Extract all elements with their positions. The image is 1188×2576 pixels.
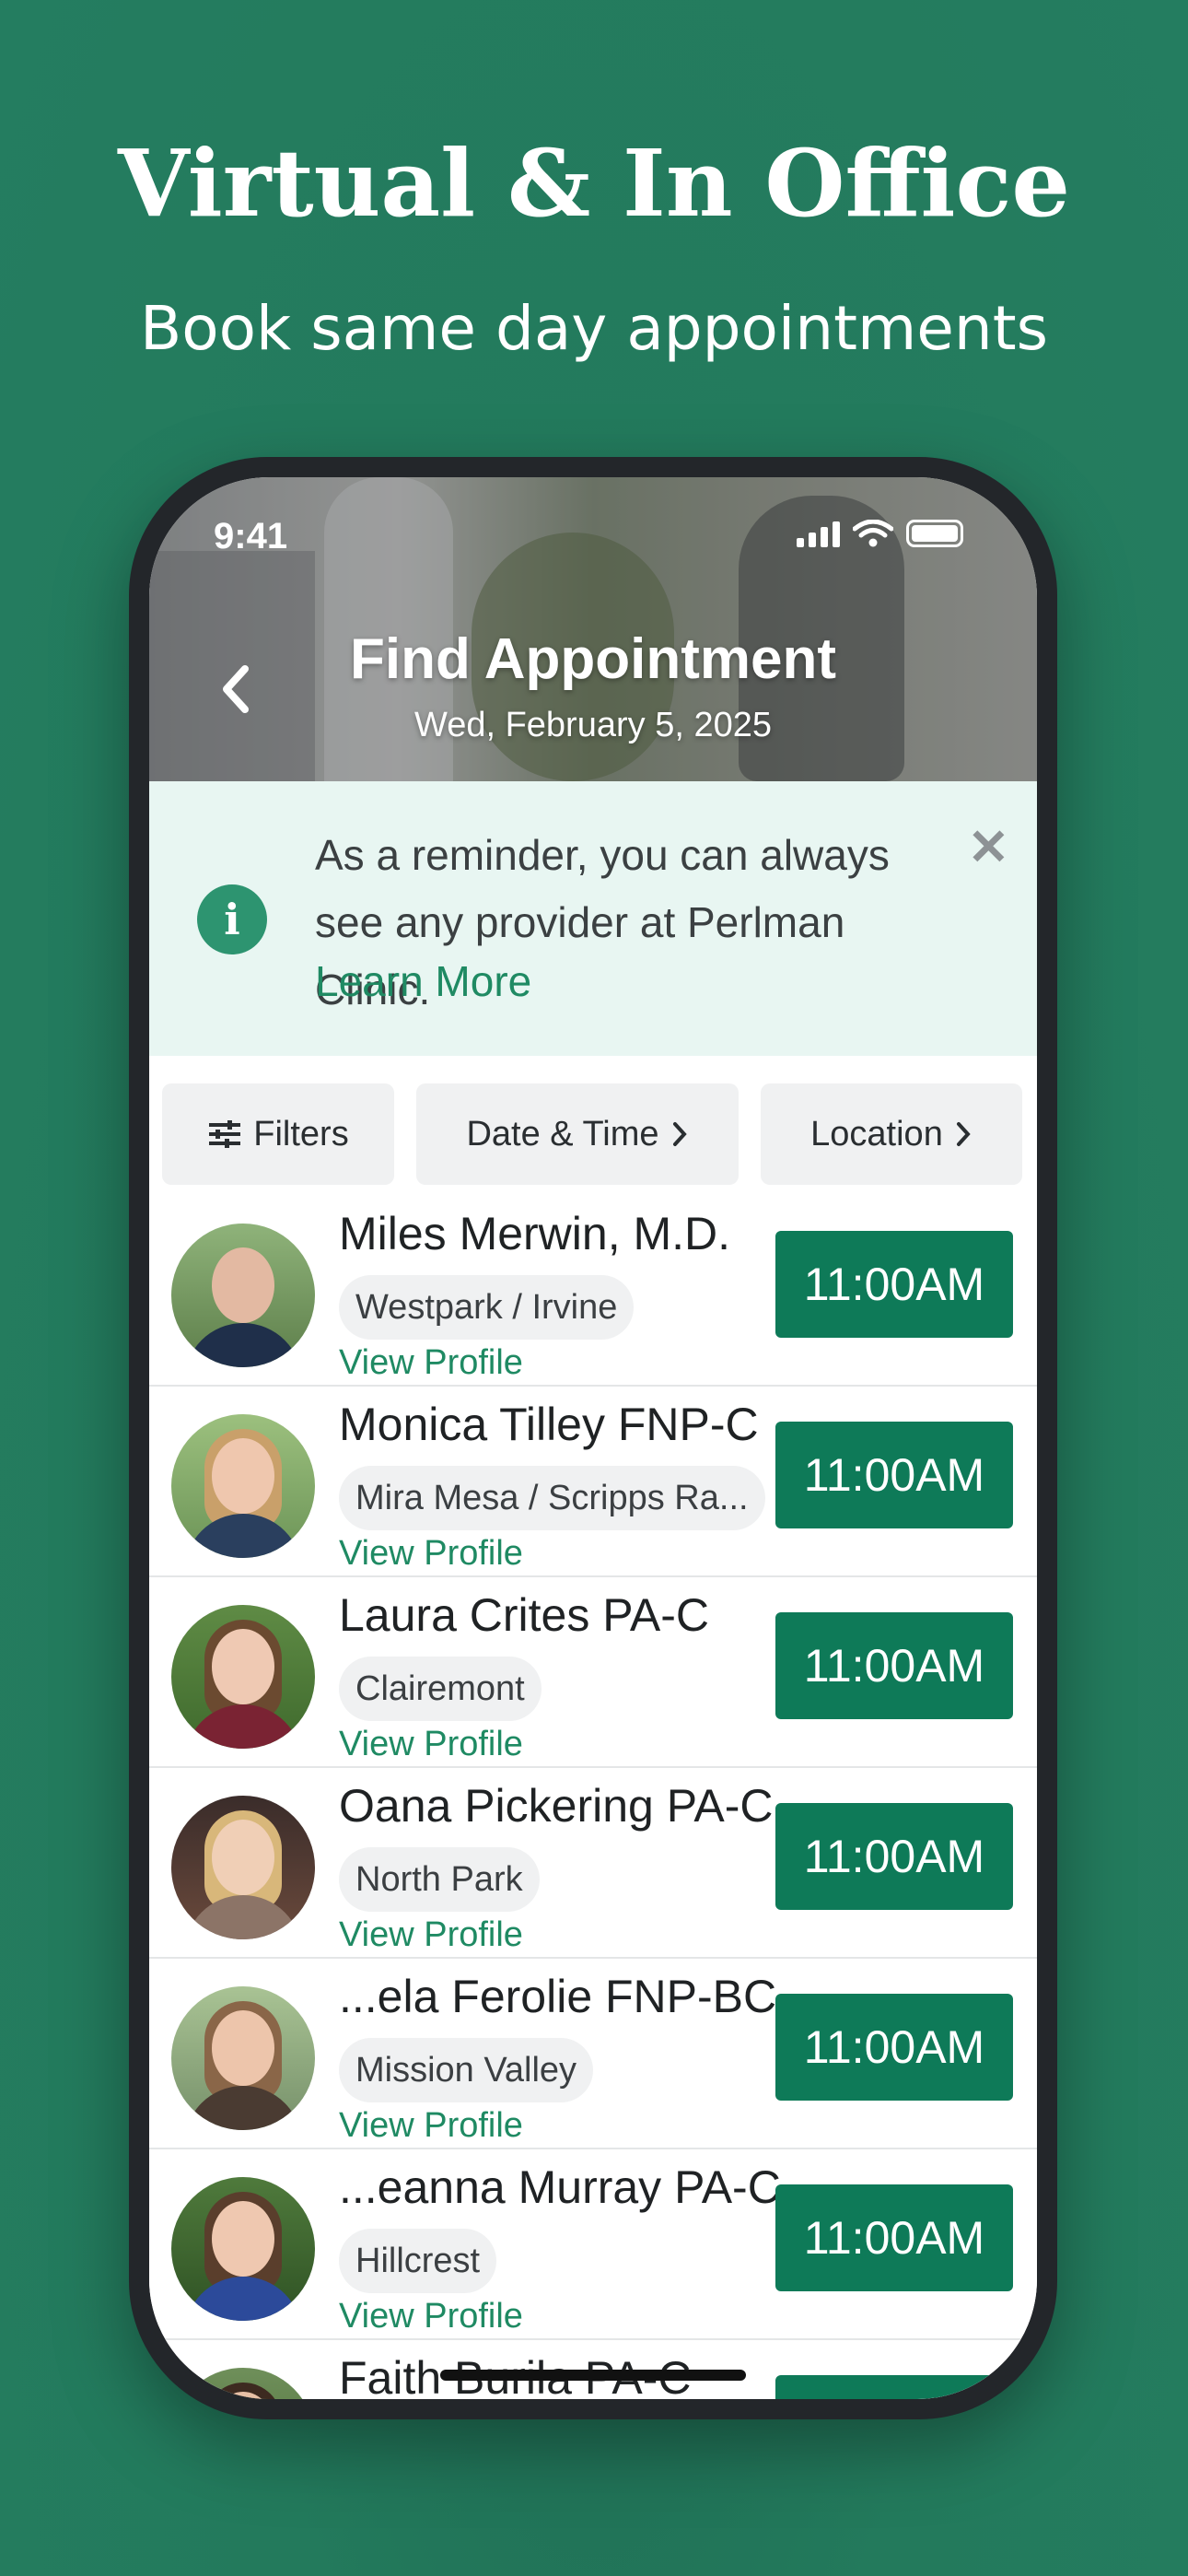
status-time: 9:41 bbox=[214, 516, 288, 556]
filter-bar: Filters Date & Time Location bbox=[149, 1056, 1037, 1196]
view-profile-link[interactable]: View Profile bbox=[339, 1725, 523, 1764]
promo-subheadline: Book same day appointments bbox=[140, 293, 1048, 364]
header-hero-image: 9:41 Find Appointment Wed, February 5, 2… bbox=[149, 477, 1037, 781]
phone-frame: 9:41 Find Appointment Wed, February 5, 2… bbox=[129, 457, 1057, 2419]
location-badge: Westpark / Irvine bbox=[339, 1275, 635, 1340]
page-date: Wed, February 5, 2025 bbox=[414, 706, 772, 744]
reminder-banner: i As a reminder, you can always see any … bbox=[149, 781, 1037, 1056]
list-item: Monica Tilley FNP-C Mira Mesa / Scripps … bbox=[149, 1387, 1037, 1577]
provider-name: ...eanna Murray PA-C bbox=[339, 2161, 781, 2213]
status-icons bbox=[797, 520, 963, 547]
filters-label: Filters bbox=[253, 1114, 349, 1153]
list-item: ...eanna Murray PA-C Hillcrest View Prof… bbox=[149, 2149, 1037, 2340]
learn-more-link[interactable]: Learn More bbox=[315, 956, 531, 1006]
view-profile-link[interactable]: View Profile bbox=[339, 2106, 523, 2146]
provider-name: Monica Tilley FNP-C bbox=[339, 1399, 759, 1450]
avatar bbox=[171, 1224, 315, 1367]
close-icon[interactable]: ✕ bbox=[968, 818, 1009, 876]
date-time-button[interactable]: Date & Time bbox=[416, 1083, 739, 1185]
chevron-right-icon bbox=[956, 1122, 971, 1146]
page-title: Find Appointment bbox=[349, 627, 837, 691]
avatar bbox=[171, 1414, 315, 1558]
filters-button[interactable]: Filters bbox=[162, 1083, 394, 1185]
wifi-icon bbox=[853, 520, 893, 547]
time-slot-button[interactable] bbox=[775, 2375, 1013, 2399]
provider-name: Miles Merwin, M.D. bbox=[339, 1208, 731, 1259]
location-badge: Hillcrest bbox=[339, 2229, 497, 2293]
avatar bbox=[171, 1986, 315, 2130]
time-slot-button[interactable]: 11:00AM bbox=[775, 1994, 1013, 2101]
view-profile-link[interactable]: View Profile bbox=[339, 1915, 523, 1955]
view-profile-link[interactable]: View Profile bbox=[339, 1343, 523, 1383]
location-label: Location bbox=[810, 1114, 943, 1153]
signal-icon bbox=[797, 520, 840, 547]
battery-icon bbox=[906, 520, 963, 547]
date-time-label: Date & Time bbox=[466, 1114, 659, 1153]
promo-headline: Virtual & In Office bbox=[117, 129, 1071, 238]
avatar bbox=[171, 1796, 315, 1939]
time-slot-button[interactable]: 11:00AM bbox=[775, 1612, 1013, 1719]
avatar bbox=[171, 2177, 315, 2321]
time-slot-button[interactable]: 11:00AM bbox=[775, 1422, 1013, 1528]
avatar bbox=[171, 1605, 315, 1749]
location-badge: Mira Mesa / Scripps Ra... bbox=[339, 1466, 765, 1530]
chevron-right-icon bbox=[672, 1122, 687, 1146]
time-slot-button[interactable]: 11:00AM bbox=[775, 1803, 1013, 1910]
location-badge: North Park bbox=[339, 1847, 540, 1912]
avatar bbox=[171, 2368, 315, 2399]
location-button[interactable]: Location bbox=[761, 1083, 1022, 1185]
app-screen: 9:41 Find Appointment Wed, February 5, 2… bbox=[149, 477, 1037, 2399]
location-badge: Clairemont bbox=[339, 1657, 542, 1721]
provider-name: Laura Crites PA-C bbox=[339, 1589, 709, 1641]
list-item: Laura Crites PA-C Clairemont View Profil… bbox=[149, 1577, 1037, 1768]
provider-name: Oana Pickering PA-C bbox=[339, 1780, 774, 1832]
list-item: Miles Merwin, M.D. Westpark / Irvine Vie… bbox=[149, 1196, 1037, 1387]
list-item: Oana Pickering PA-C North Park View Prof… bbox=[149, 1768, 1037, 1959]
provider-list: Miles Merwin, M.D. Westpark / Irvine Vie… bbox=[149, 1196, 1037, 2399]
time-slot-button[interactable]: 11:00AM bbox=[775, 1231, 1013, 1338]
list-item: ...ela Ferolie FNP-BC Mission Valley Vie… bbox=[149, 1959, 1037, 2149]
sliders-icon bbox=[209, 1120, 241, 1148]
info-icon: i bbox=[197, 884, 267, 954]
provider-name: ...ela Ferolie FNP-BC bbox=[339, 1971, 777, 2022]
home-indicator[interactable] bbox=[440, 2370, 746, 2381]
view-profile-link[interactable]: View Profile bbox=[339, 2297, 523, 2336]
time-slot-button[interactable]: 11:00AM bbox=[775, 2184, 1013, 2291]
location-badge: Mission Valley bbox=[339, 2038, 594, 2102]
view-profile-link[interactable]: View Profile bbox=[339, 1534, 523, 1574]
